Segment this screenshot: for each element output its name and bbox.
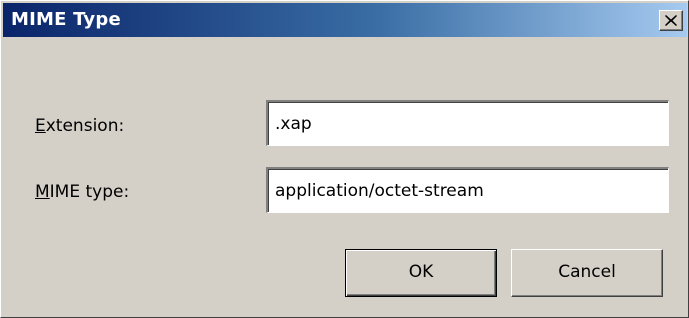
ok-button[interactable]: OK — [345, 249, 497, 297]
window-title: MIME Type — [11, 9, 121, 30]
mime-type-label-text: IME type: — [49, 182, 130, 202]
mime-type-input[interactable] — [266, 167, 669, 213]
extension-input[interactable] — [266, 100, 669, 146]
extension-label-text: xtension: — [45, 116, 125, 136]
title-bar[interactable]: MIME Type — [3, 3, 687, 37]
mime-type-label-accelerator: M — [35, 182, 50, 202]
close-button[interactable] — [659, 10, 683, 31]
cancel-button[interactable]: Cancel — [511, 249, 663, 297]
extension-label-accelerator: E — [35, 116, 46, 136]
mime-type-label: MIME type: — [35, 182, 129, 202]
mime-type-dialog: MIME Type Extension: MIME type: OK Cance… — [0, 0, 689, 318]
close-icon — [665, 15, 677, 26]
extension-label: Extension: — [35, 116, 124, 136]
